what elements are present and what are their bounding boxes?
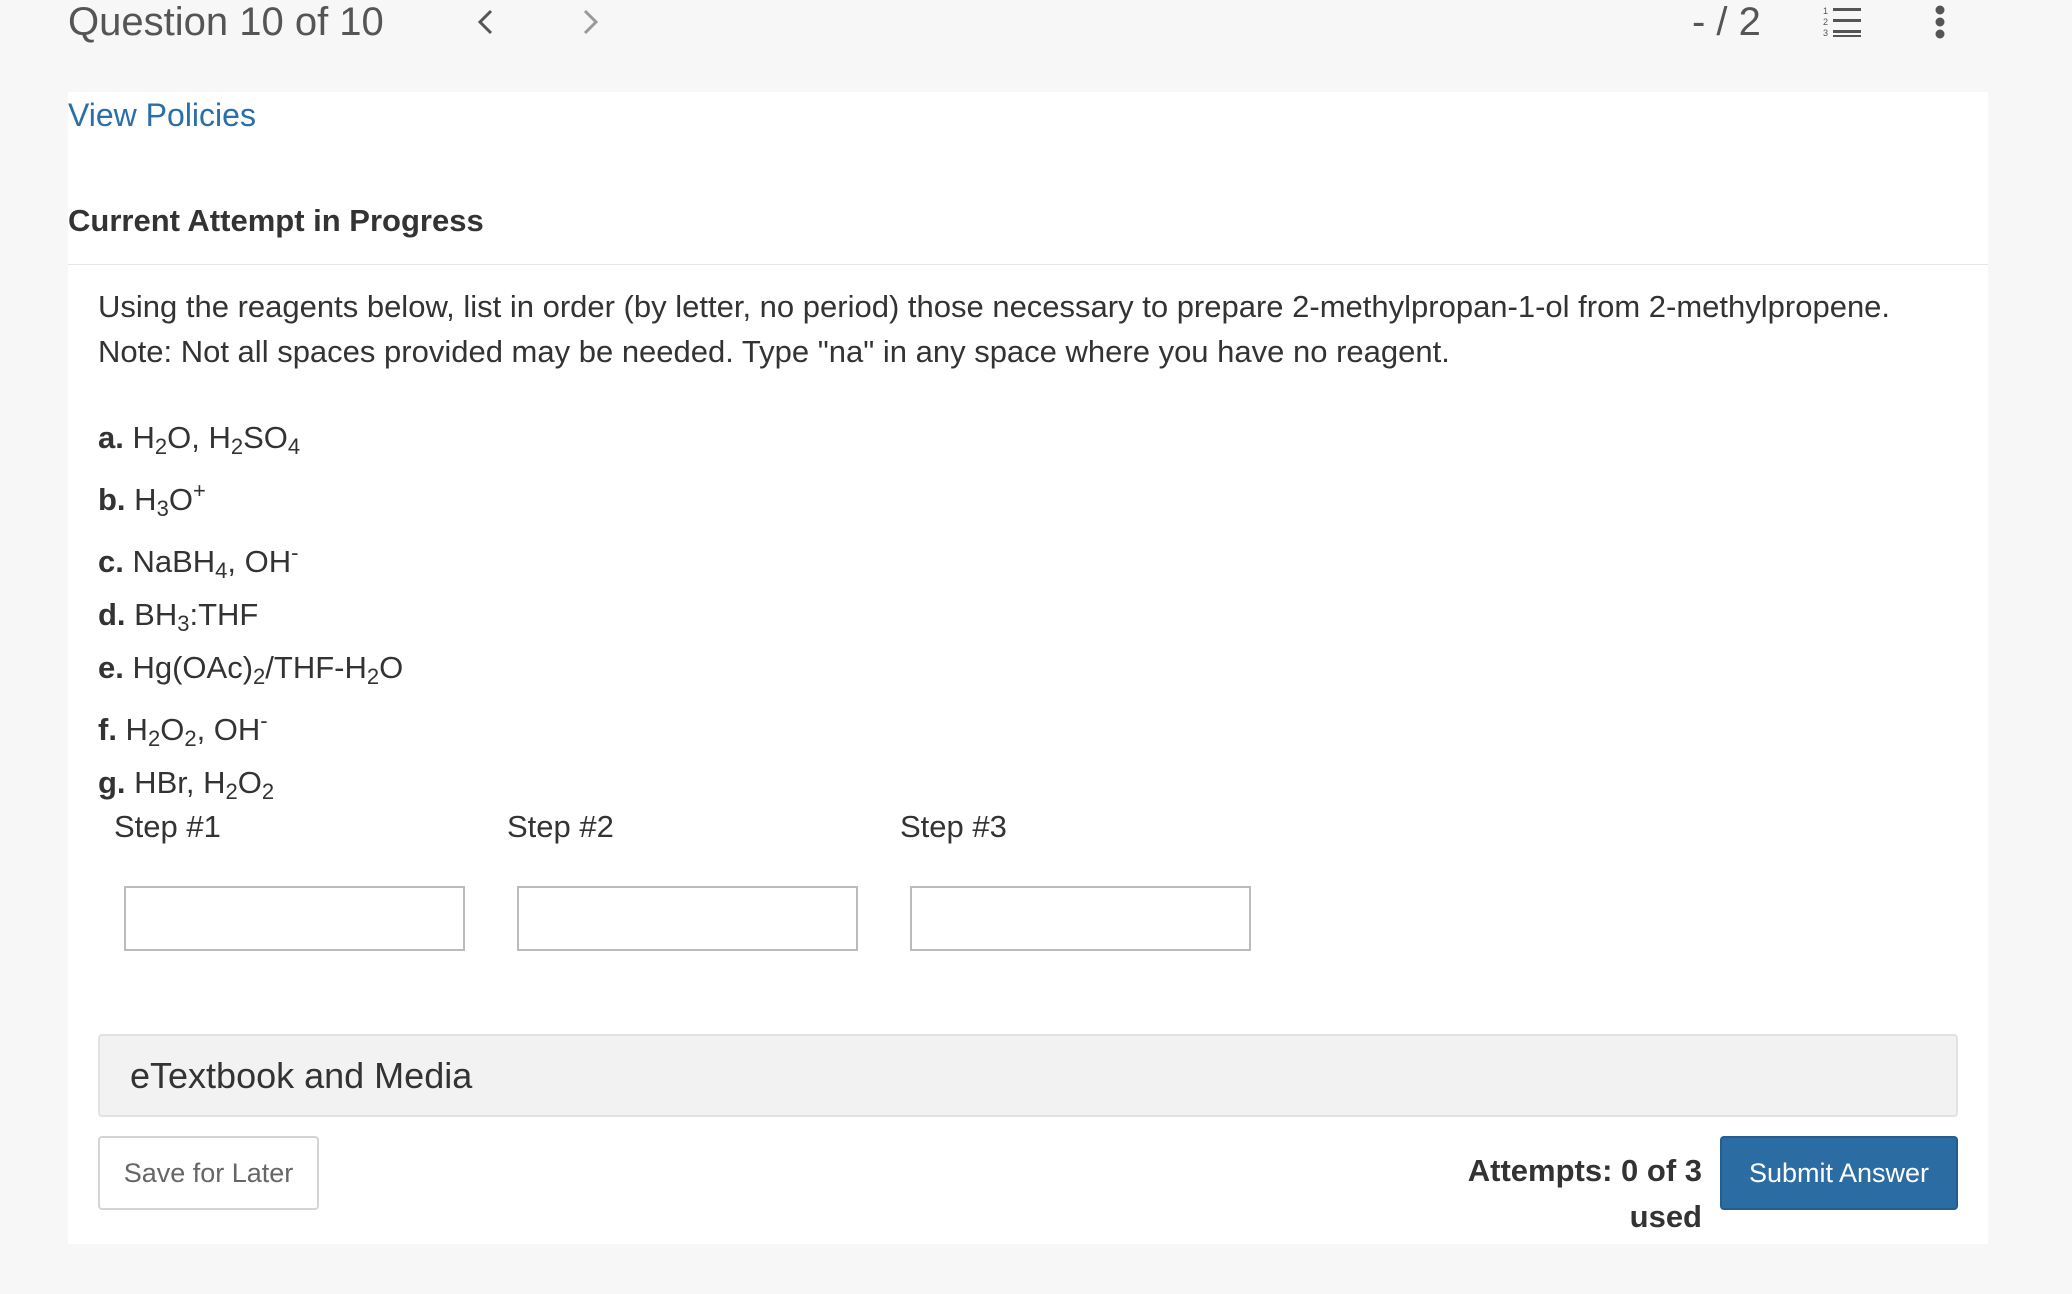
- step-3-label: Step #3: [900, 809, 1007, 844]
- step-3-input[interactable]: [910, 886, 1251, 951]
- reagent-formula: H2O2, OH-: [116, 708, 268, 751]
- next-question-button[interactable]: [570, 2, 610, 42]
- divider: [68, 264, 1988, 265]
- svg-text:3: 3: [1823, 28, 1828, 38]
- prompt-line-1: Using the reagents below, list in order …: [98, 289, 1891, 324]
- reagent-formula: H3O+: [125, 478, 206, 521]
- more-options-button[interactable]: [1915, 0, 1965, 44]
- question-header: Question 10 of 10 - / 2 1 2 3: [0, 0, 2072, 46]
- attempts-counter: Attempts: 0 of 3 used: [1467, 1153, 1702, 1234]
- reagent-letter: g.: [98, 765, 126, 800]
- question-score: - / 2: [1692, 0, 1761, 44]
- etextbook-media-panel[interactable]: eTextbook and Media: [98, 1034, 1958, 1117]
- save-for-later-button[interactable]: Save for Later: [98, 1136, 319, 1210]
- reagent-item: f. H2O2, OH-: [98, 699, 403, 761]
- step-1-label: Step #1: [114, 809, 221, 844]
- view-policies-link[interactable]: View Policies: [68, 92, 256, 138]
- reagent-item: c. NaBH4, OH-: [98, 531, 403, 593]
- reagent-letter: c.: [98, 544, 124, 579]
- reagent-letter: e.: [98, 650, 124, 685]
- more-vertical-icon: [1935, 5, 1945, 39]
- reagent-formula: NaBH4, OH-: [123, 540, 299, 583]
- svg-text:2: 2: [1823, 17, 1828, 27]
- prompt-line-2: Note: Not all spaces provided may be nee…: [98, 334, 1450, 369]
- step-2-label: Step #2: [507, 809, 614, 844]
- svg-text:1: 1: [1823, 6, 1828, 16]
- reagent-item: b. H3O+: [98, 469, 403, 531]
- reagent-letter: f.: [98, 712, 117, 747]
- question-prompt: Using the reagents below, list in order …: [98, 284, 1958, 374]
- reagent-formula: HBr, H2O2: [125, 765, 275, 804]
- chevron-left-icon: [477, 9, 493, 35]
- reagent-letter: d.: [98, 597, 126, 632]
- reagent-letter: b.: [98, 482, 126, 517]
- step-2-input[interactable]: [517, 886, 858, 951]
- previous-question-button[interactable]: [466, 2, 506, 42]
- reagent-item: a. H2O, H2SO4: [98, 416, 403, 469]
- reagent-formula: H2O, H2SO4: [123, 420, 301, 459]
- reagent-item: d. BH3:THF: [98, 593, 403, 646]
- step-1-input[interactable]: [124, 886, 465, 951]
- question-counter: Question 10 of 10: [68, 0, 384, 44]
- submit-answer-button[interactable]: Submit Answer: [1720, 1136, 1958, 1210]
- question-list-button[interactable]: 1 2 3: [1818, 0, 1868, 44]
- reagent-letter: a.: [98, 420, 124, 455]
- reagent-list: a. H2O, H2SO4 b. H3O+ c. NaBH4, OH-d. BH3:…: [98, 416, 403, 814]
- reagent-formula: Hg(OAc)2/THF-H2O: [123, 650, 404, 689]
- attempt-heading: Current Attempt in Progress: [68, 203, 484, 238]
- reagent-formula: BH3:THF: [125, 597, 259, 636]
- reagent-item: e. Hg(OAc)2/THF-H2O: [98, 646, 403, 699]
- chevron-right-icon: [583, 9, 599, 35]
- numbered-list-icon: 1 2 3: [1823, 6, 1861, 38]
